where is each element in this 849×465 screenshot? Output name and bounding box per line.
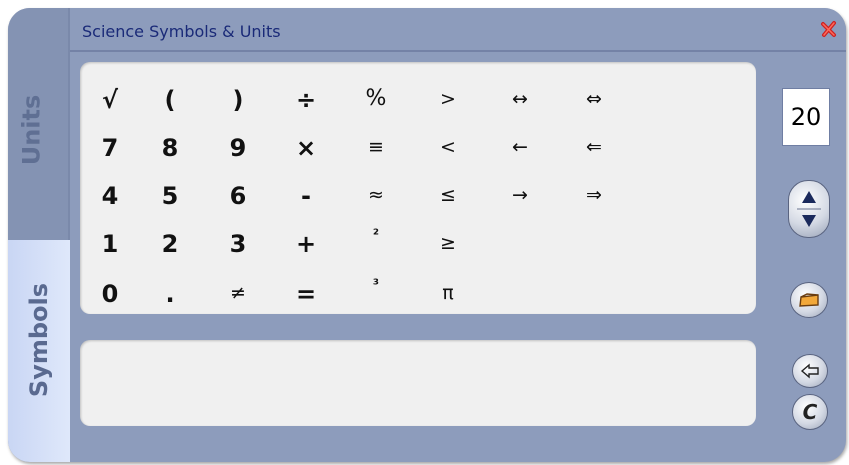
title-bar: Science Symbols & Units bbox=[70, 8, 846, 48]
symbol-key[interactable]: 1 bbox=[80, 232, 140, 256]
symbol-key[interactable]: < bbox=[418, 138, 478, 157]
symbol-key[interactable]: √ bbox=[80, 88, 140, 112]
up-down-spinner-icon[interactable] bbox=[788, 180, 830, 238]
symbol-key[interactable]: ⇔ bbox=[564, 90, 624, 109]
symbol-key[interactable]: ² bbox=[346, 228, 406, 242]
symbol-key[interactable]: 8 bbox=[140, 136, 200, 160]
symbol-key[interactable]: > bbox=[418, 90, 478, 109]
symbol-key[interactable]: ( bbox=[140, 88, 200, 112]
symbol-key[interactable]: ⇒ bbox=[564, 186, 624, 205]
symbol-key[interactable]: ← bbox=[490, 138, 550, 157]
symbol-key[interactable]: 4 bbox=[80, 184, 140, 208]
symbol-key[interactable]: . bbox=[140, 282, 200, 306]
symbol-key[interactable]: ⇐ bbox=[564, 138, 624, 157]
font-size-field[interactable]: 20 bbox=[782, 88, 830, 146]
close-icon[interactable] bbox=[820, 20, 838, 38]
symbol-key[interactable]: ÷ bbox=[276, 88, 336, 112]
tab-units-label: Units bbox=[17, 94, 46, 166]
symbol-key[interactable]: × bbox=[276, 136, 336, 160]
symbol-key[interactable]: 7 bbox=[80, 136, 140, 160]
symbol-key[interactable]: % bbox=[346, 88, 406, 110]
symbol-key[interactable]: ≡ bbox=[346, 138, 406, 157]
window-title: Science Symbols & Units bbox=[82, 22, 281, 41]
insert-icon[interactable] bbox=[790, 282, 828, 318]
symbol-key[interactable]: ≈ bbox=[346, 186, 406, 205]
symbol-key[interactable]: 0 bbox=[80, 282, 140, 306]
symbol-key[interactable]: = bbox=[276, 282, 336, 306]
symbol-key[interactable]: → bbox=[490, 186, 550, 205]
symbol-key[interactable]: ≤ bbox=[418, 186, 478, 205]
symbol-key[interactable]: ↔ bbox=[490, 90, 550, 109]
symbol-keypad: √() ÷% > ↔ ⇔ 7 8 9 × ≡ < ← ⇐ 4 5 6- ≈ ≤ → ⇒ 1 2 3 + ² ≥0. ≠ = ³ π bbox=[80, 62, 756, 314]
symbol-key[interactable]: + bbox=[276, 232, 336, 256]
clear-c-icon[interactable]: C bbox=[792, 394, 828, 430]
output-display[interactable] bbox=[80, 340, 756, 426]
tab-symbols[interactable]: Symbols bbox=[8, 240, 70, 462]
symbol-key[interactable]: 5 bbox=[140, 184, 200, 208]
tab-strip: Units Symbols bbox=[8, 8, 70, 462]
symbol-key[interactable]: 9 bbox=[208, 136, 268, 160]
symbol-key[interactable]: ) bbox=[208, 88, 268, 112]
symbol-key[interactable]: ≥ bbox=[418, 234, 478, 253]
symbol-key[interactable]: ³ bbox=[346, 278, 406, 292]
tab-symbols-label: Symbols bbox=[25, 282, 54, 398]
symbol-key[interactable]: ≠ bbox=[208, 284, 268, 303]
symbol-key[interactable]: - bbox=[276, 184, 336, 208]
symbol-key[interactable]: 3 bbox=[208, 232, 268, 256]
symbol-key[interactable]: 2 bbox=[140, 232, 200, 256]
title-divider bbox=[70, 50, 846, 52]
symbol-key[interactable]: π bbox=[418, 284, 478, 303]
backspace-arrow-icon[interactable] bbox=[792, 354, 828, 388]
symbol-key[interactable]: 6 bbox=[208, 184, 268, 208]
tab-units[interactable]: Units bbox=[8, 8, 70, 240]
